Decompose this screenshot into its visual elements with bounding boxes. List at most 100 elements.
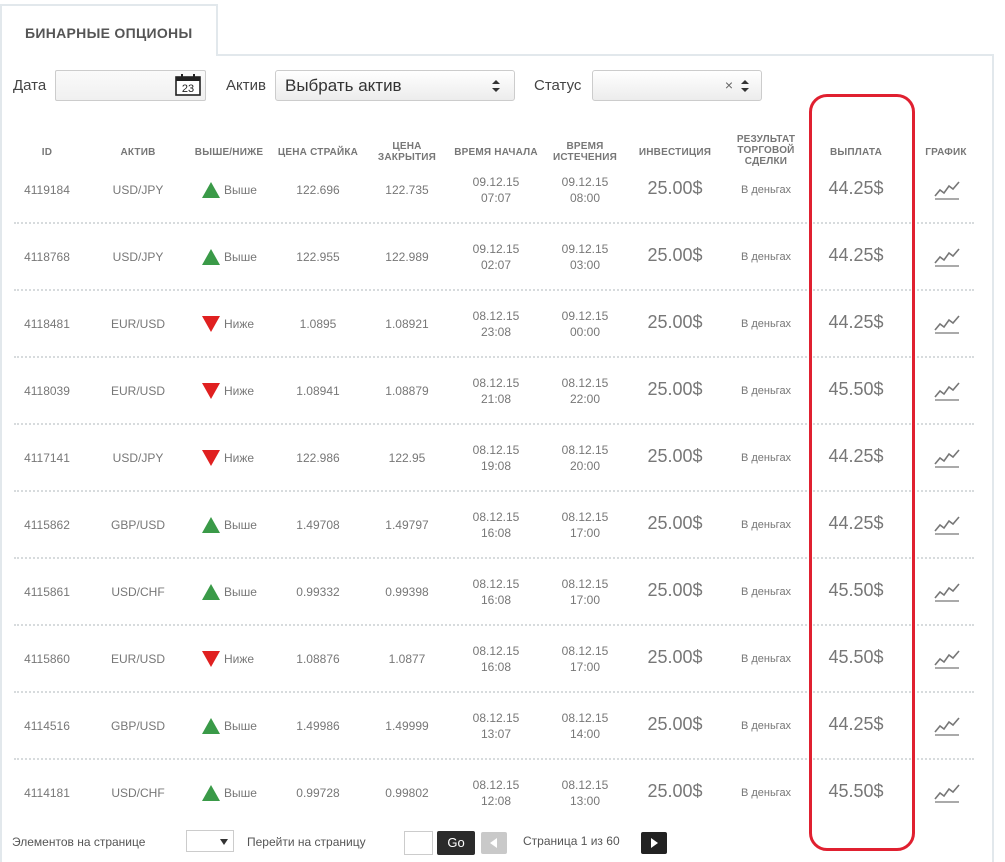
up-arrow-icon bbox=[202, 785, 220, 801]
calendar-day: 23 bbox=[182, 83, 194, 95]
tab-binary-options[interactable]: БИНАРНЫЕ ОПЦИОНЫ bbox=[0, 4, 218, 56]
cell-start: 08.12.15 13:07 bbox=[472, 711, 520, 741]
cell-expiry: 08.12.15 20:00 bbox=[561, 443, 609, 473]
date-label: Дата bbox=[13, 77, 47, 94]
date-field[interactable]: 23 bbox=[55, 70, 206, 101]
updown-icon bbox=[741, 80, 749, 92]
down-arrow-icon bbox=[202, 383, 220, 399]
chart-icon[interactable] bbox=[934, 716, 960, 736]
cell-start: 09.12.15 02:07 bbox=[472, 242, 520, 272]
status-label: Статус bbox=[534, 77, 582, 94]
cell-asset: EUR/USD bbox=[110, 317, 165, 331]
calendar-icon[interactable]: 23 bbox=[175, 74, 201, 96]
cell-start: 08.12.15 21:08 bbox=[472, 376, 520, 406]
cell-strike: 122.955 bbox=[296, 250, 340, 264]
cell-result: В деньгах bbox=[740, 251, 792, 263]
col-start: ВРЕМЯ НАЧАЛА bbox=[454, 147, 538, 158]
cell-close: 122.989 bbox=[385, 250, 429, 264]
cell-investment: 25.00$ bbox=[647, 379, 703, 399]
cell-result: В деньгах bbox=[740, 385, 792, 397]
chart-icon[interactable] bbox=[934, 247, 960, 267]
cell-id: 4118039 bbox=[24, 384, 70, 398]
chart-icon[interactable] bbox=[934, 515, 960, 535]
col-strike: ЦЕНА СТРАЙКА bbox=[277, 147, 359, 158]
goto-page-input[interactable] bbox=[404, 831, 433, 855]
down-arrow-icon bbox=[202, 651, 220, 667]
per-page-select[interactable] bbox=[186, 830, 234, 852]
cell-payout: 44.25$ bbox=[828, 446, 884, 466]
cell-strike: 1.08876 bbox=[296, 652, 340, 666]
cell-start: 09.12.15 07:07 bbox=[472, 175, 520, 205]
row-divider bbox=[14, 691, 974, 693]
cell-expiry: 08.12.15 14:00 bbox=[561, 711, 609, 741]
cell-close: 1.08879 bbox=[385, 384, 429, 398]
row-divider bbox=[14, 356, 974, 358]
cell-investment: 25.00$ bbox=[647, 580, 703, 600]
col-id: ID bbox=[41, 147, 53, 158]
cell-strike: 1.08941 bbox=[296, 384, 340, 398]
cell-close: 1.0877 bbox=[388, 652, 426, 666]
prev-page-button[interactable] bbox=[481, 832, 507, 854]
cell-direction: Ниже bbox=[224, 652, 255, 666]
col-asset: АКТИВ bbox=[120, 147, 156, 158]
cell-expiry: 09.12.15 00:00 bbox=[561, 309, 609, 339]
down-arrow-icon bbox=[202, 316, 220, 332]
chart-icon[interactable] bbox=[934, 448, 960, 468]
cell-asset: USD/JPY bbox=[112, 183, 164, 197]
col-close: ЦЕНА ЗАКРЫТИЯ bbox=[377, 141, 437, 163]
cell-payout: 44.25$ bbox=[828, 513, 884, 533]
cell-investment: 25.00$ bbox=[647, 513, 703, 533]
col-expiry: ВРЕМЯ ИСТЕЧЕНИЯ bbox=[552, 141, 618, 163]
cell-strike: 1.0895 bbox=[299, 317, 337, 331]
cell-result: В деньгах bbox=[740, 787, 792, 799]
chart-icon[interactable] bbox=[934, 314, 960, 334]
col-payout: ВЫПЛАТА bbox=[829, 147, 883, 158]
cell-close: 1.49999 bbox=[385, 719, 429, 733]
cell-result: В деньгах bbox=[740, 720, 792, 732]
cell-direction: Ниже bbox=[224, 451, 255, 465]
cell-start: 08.12.15 23:08 bbox=[472, 309, 520, 339]
chart-icon[interactable] bbox=[934, 180, 960, 200]
chart-icon[interactable] bbox=[934, 381, 960, 401]
clear-icon[interactable]: × bbox=[725, 77, 733, 93]
cell-id: 4115861 bbox=[24, 585, 70, 599]
up-arrow-icon bbox=[202, 718, 220, 734]
cell-result: В деньгах bbox=[740, 519, 792, 531]
asset-select[interactable]: Выбрать актив bbox=[275, 70, 515, 101]
next-page-button[interactable] bbox=[641, 832, 667, 854]
cell-investment: 25.00$ bbox=[647, 647, 703, 667]
page-info: Страница 1 из 60 bbox=[523, 834, 620, 848]
cell-payout: 45.50$ bbox=[828, 379, 884, 399]
row-divider bbox=[14, 289, 974, 291]
chart-icon[interactable] bbox=[934, 649, 960, 669]
cell-payout: 44.25$ bbox=[828, 714, 884, 734]
chart-icon[interactable] bbox=[934, 783, 960, 803]
cell-result: В деньгах bbox=[740, 653, 792, 665]
up-arrow-icon bbox=[202, 182, 220, 198]
per-page-label: Элементов на странице bbox=[12, 835, 146, 849]
cell-investment: 25.00$ bbox=[647, 781, 703, 801]
row-divider bbox=[14, 222, 974, 224]
cell-start: 08.12.15 16:08 bbox=[472, 577, 520, 607]
updown-icon bbox=[492, 80, 500, 92]
cell-expiry: 08.12.15 22:00 bbox=[561, 376, 609, 406]
row-divider bbox=[14, 557, 974, 559]
chart-icon[interactable] bbox=[934, 582, 960, 602]
cell-result: В деньгах bbox=[740, 184, 792, 196]
cell-close: 1.08921 bbox=[385, 317, 429, 331]
status-select[interactable]: × bbox=[592, 70, 762, 101]
cell-id: 4115862 bbox=[24, 518, 70, 532]
row-divider bbox=[14, 490, 974, 492]
row-divider bbox=[14, 758, 974, 760]
asset-select-value: Выбрать актив bbox=[285, 76, 402, 95]
go-button[interactable]: Go bbox=[437, 831, 475, 855]
cell-strike: 1.49708 bbox=[296, 518, 340, 532]
up-arrow-icon bbox=[202, 249, 220, 265]
cell-asset: GBP/USD bbox=[110, 719, 165, 733]
cell-direction: Ниже bbox=[224, 317, 255, 331]
cell-investment: 25.00$ bbox=[647, 178, 703, 198]
cell-asset: USD/CHF bbox=[111, 585, 165, 599]
cell-close: 122.735 bbox=[385, 183, 429, 197]
cell-expiry: 08.12.15 13:00 bbox=[561, 778, 609, 808]
asset-label: Актив bbox=[226, 77, 266, 94]
